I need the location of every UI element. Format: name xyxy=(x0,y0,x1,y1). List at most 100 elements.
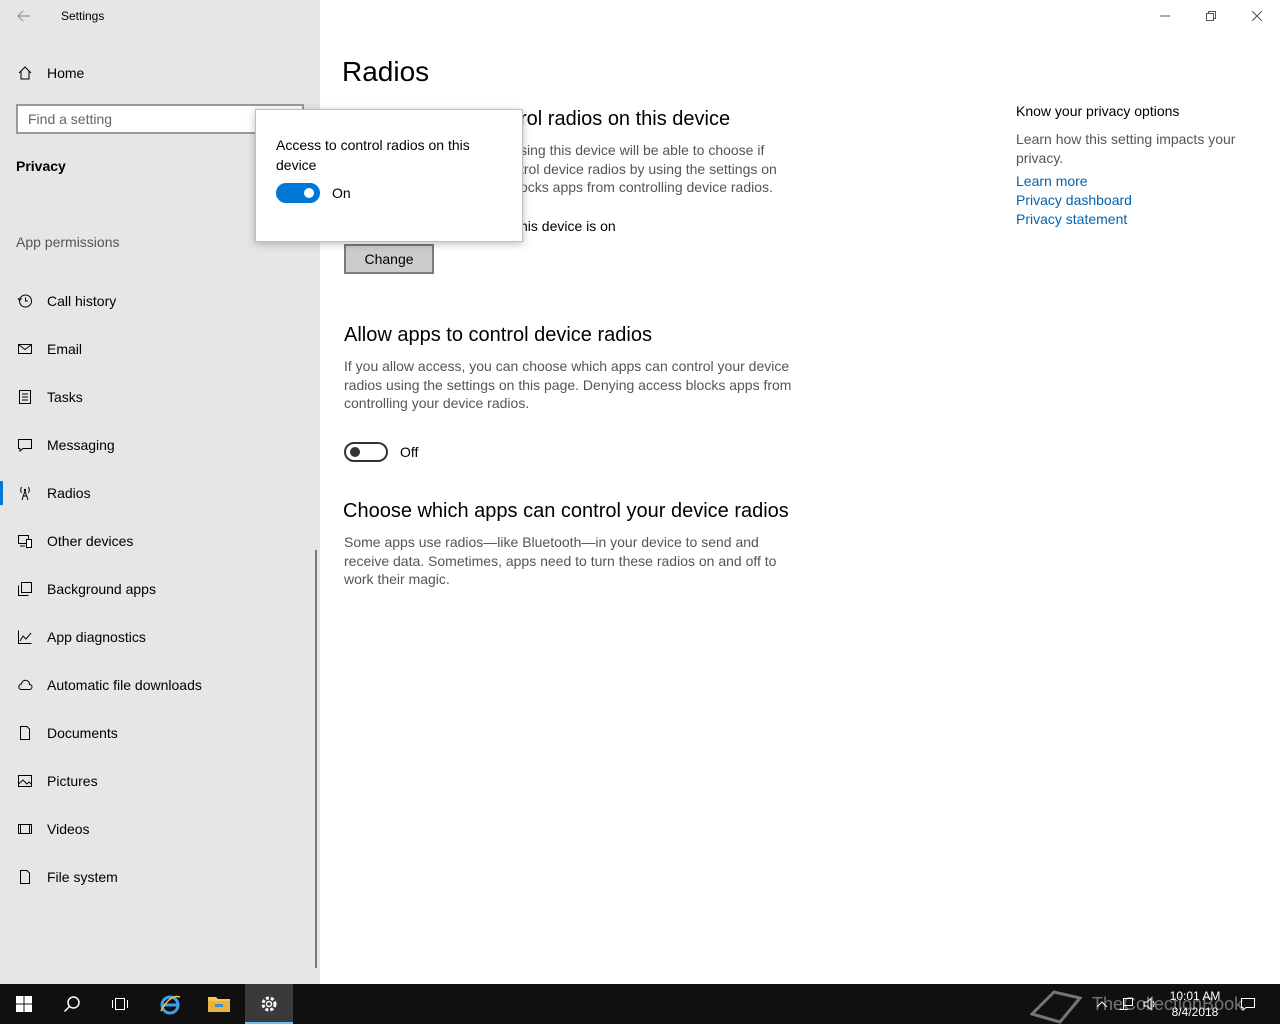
sidebar-item-email[interactable]: Email xyxy=(0,329,316,369)
sidebar-item-documents[interactable]: Documents xyxy=(0,713,316,753)
speaker-icon xyxy=(1143,997,1155,1011)
device-radios-toggle-state: On xyxy=(332,185,351,201)
video-icon xyxy=(17,821,33,837)
sidebar-item-file-system[interactable]: File system xyxy=(0,857,316,897)
start-button[interactable] xyxy=(0,984,48,1024)
privacy-dashboard-link[interactable]: Privacy dashboard xyxy=(1016,192,1132,208)
task-view-button[interactable] xyxy=(96,984,144,1024)
sidebar-item-messaging[interactable]: Messaging xyxy=(0,425,316,465)
learn-more-link[interactable]: Learn more xyxy=(1016,173,1088,189)
section1-heading: rol radios on this device xyxy=(520,108,731,130)
diagnostics-icon xyxy=(17,629,33,645)
volume-button[interactable] xyxy=(1140,984,1160,1024)
section1-status: his device is on xyxy=(520,218,616,234)
toggle-knob xyxy=(304,188,314,198)
devices-icon xyxy=(17,533,33,549)
close-button[interactable] xyxy=(1234,0,1280,32)
sidebar-item-label: Call history xyxy=(47,293,117,309)
sidebar-item-label: Tasks xyxy=(47,389,83,405)
folder-icon xyxy=(208,997,230,1012)
section-title: Privacy xyxy=(16,158,66,174)
nav-home[interactable]: Home xyxy=(0,56,320,90)
group-label: App permissions xyxy=(16,234,120,250)
sidebar-item-other-devices[interactable]: Other devices xyxy=(0,521,316,561)
related-title: Know your privacy options xyxy=(1016,103,1180,119)
search-icon xyxy=(63,996,80,1013)
sidebar-item-app-diagnostics[interactable]: App diagnostics xyxy=(0,617,316,657)
tasks-icon xyxy=(17,389,33,405)
picture-icon xyxy=(17,773,33,789)
radio-tower-icon xyxy=(17,485,33,501)
change-button[interactable]: Change xyxy=(344,244,434,274)
network-button[interactable] xyxy=(1116,984,1136,1024)
sidebar-scrollbar[interactable] xyxy=(315,550,317,968)
section2-heading: Allow apps to control device radios xyxy=(344,324,652,346)
internet-explorer-icon xyxy=(160,995,181,1015)
message-icon xyxy=(17,437,33,453)
sidebar-item-videos[interactable]: Videos xyxy=(0,809,316,849)
gear-icon xyxy=(261,996,277,1012)
sidebar-item-label: File system xyxy=(47,869,118,885)
settings-taskbar-button[interactable] xyxy=(245,984,293,1024)
minimize-button[interactable] xyxy=(1142,0,1188,32)
sidebar-item-automatic-file-downloads[interactable]: Automatic file downloads xyxy=(0,665,316,705)
document-icon xyxy=(17,725,33,741)
clock[interactable]: 10:01 AM 8/4/2018 xyxy=(1160,988,1230,1020)
file-explorer-button[interactable] xyxy=(195,984,243,1024)
sidebar-item-label: Radios xyxy=(47,485,91,501)
toggle-knob xyxy=(350,447,360,457)
sidebar-item-label: Pictures xyxy=(47,773,98,789)
allow-apps-toggle[interactable] xyxy=(344,442,388,462)
show-hidden-icons-button[interactable] xyxy=(1092,984,1112,1024)
taskbar: TheCollectionBook 10:01 AM 8/4/2018 xyxy=(0,984,1280,1024)
sidebar-item-label: Other devices xyxy=(47,533,134,549)
sidebar-item-label: Videos xyxy=(47,821,90,837)
edge-button[interactable] xyxy=(146,984,194,1024)
history-icon xyxy=(17,293,33,309)
notification-icon xyxy=(1241,998,1255,1012)
clock-time: 10:01 AM xyxy=(1169,989,1221,1003)
sidebar-item-label: Background apps xyxy=(47,581,156,597)
search-input[interactable] xyxy=(18,106,258,132)
radios-access-flyout: Access to control radios on this device … xyxy=(255,109,523,242)
section1-description: sing this device will be able to choose … xyxy=(520,141,777,197)
clock-date: 8/4/2018 xyxy=(1171,1005,1219,1019)
device-radios-toggle[interactable] xyxy=(276,183,320,203)
action-center-button[interactable] xyxy=(1234,984,1262,1024)
section1-desc-line: sing this device will be able to choose … xyxy=(520,142,765,158)
sidebar-item-label: Documents xyxy=(47,725,118,741)
section1-desc-line: ocks apps from controlling device radios… xyxy=(520,179,773,195)
back-arrow-icon xyxy=(17,10,30,22)
section3-heading: Choose which apps can control your devic… xyxy=(343,500,789,522)
network-icon xyxy=(1119,998,1133,1010)
app-title: Settings xyxy=(61,9,105,23)
page-title: Radios xyxy=(342,56,430,87)
privacy-statement-link[interactable]: Privacy statement xyxy=(1016,211,1127,227)
restore-button[interactable] xyxy=(1188,0,1234,32)
search-button[interactable] xyxy=(48,984,96,1024)
sidebar-item-label: Automatic file downloads xyxy=(47,677,202,693)
close-icon xyxy=(1252,11,1262,21)
sidebar-item-label: Email xyxy=(47,341,83,357)
related-text: Learn how this setting impacts your priv… xyxy=(1016,131,1236,166)
background-apps-icon xyxy=(17,581,33,597)
mail-icon xyxy=(17,341,33,357)
titlebar: Settings xyxy=(0,0,320,32)
book-logo xyxy=(1030,990,1083,1024)
sidebar-item-tasks[interactable]: Tasks xyxy=(0,377,316,417)
flyout-title: Access to control radios on this device xyxy=(276,137,470,173)
back-button[interactable] xyxy=(8,4,40,28)
sidebar-item-call-history[interactable]: Call history xyxy=(0,281,316,321)
task-view-icon xyxy=(112,998,128,1010)
sidebar-item-radios[interactable]: Radios xyxy=(0,473,316,513)
section1-desc-line: trol device radios by using the settings… xyxy=(520,160,777,177)
home-label: Home xyxy=(47,65,85,81)
sidebar-item-background-apps[interactable]: Background apps xyxy=(0,569,316,609)
file-icon xyxy=(17,869,33,885)
sidebar-item-label: App diagnostics xyxy=(47,629,146,645)
sidebar-item-pictures[interactable]: Pictures xyxy=(0,761,316,801)
home-icon xyxy=(17,65,33,81)
chevron-up-icon xyxy=(1096,1001,1108,1008)
minimize-icon xyxy=(1160,15,1170,17)
section3-description: Some apps use radios—like Bluetooth—in y… xyxy=(344,534,777,587)
